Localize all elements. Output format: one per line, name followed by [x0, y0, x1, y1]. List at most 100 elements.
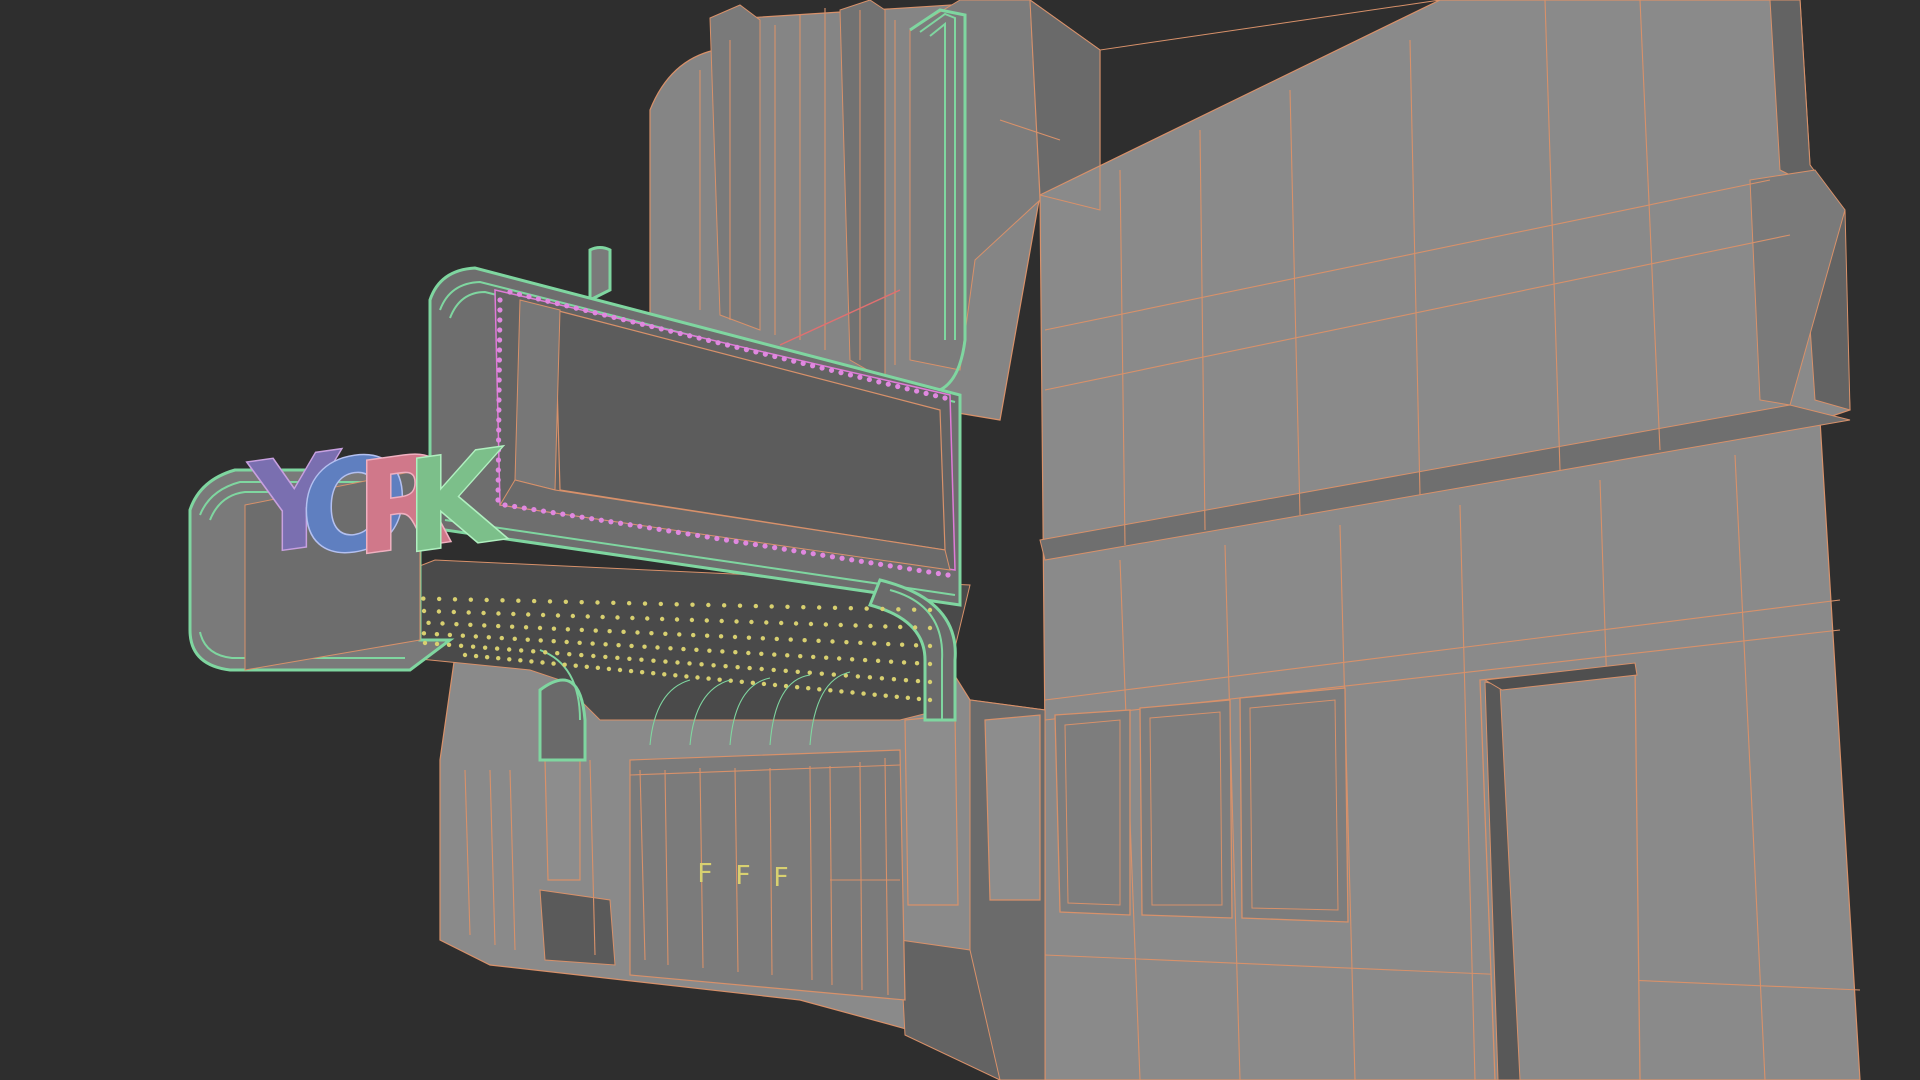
- bulb: [823, 655, 829, 660]
- bulb: [512, 503, 518, 510]
- bulb: [551, 626, 557, 631]
- bulb: [621, 629, 626, 635]
- bulb: [699, 662, 704, 667]
- bulb: [772, 682, 778, 688]
- bulb: [723, 537, 730, 543]
- bulb: [935, 570, 941, 577]
- bulb: [927, 625, 933, 631]
- bulb: [762, 543, 768, 549]
- bulb: [496, 357, 502, 363]
- bulb: [705, 337, 712, 343]
- bulb: [927, 607, 933, 613]
- bulb: [887, 563, 893, 569]
- bulb: [690, 602, 695, 607]
- bulb: [739, 679, 744, 684]
- bulb: [927, 643, 933, 649]
- bulb: [732, 634, 738, 640]
- bulb: [535, 296, 541, 302]
- bulb: [798, 653, 803, 659]
- bulb: [584, 664, 589, 669]
- bulb: [695, 532, 701, 539]
- bulb: [867, 675, 873, 680]
- bulb: [696, 335, 702, 341]
- bulb: [724, 342, 731, 348]
- bulb: [579, 652, 584, 658]
- bulb: [565, 627, 571, 632]
- bulb: [616, 642, 621, 648]
- bulb: [516, 291, 523, 297]
- bulb: [926, 569, 932, 575]
- bulb: [620, 317, 627, 323]
- bulb: [446, 642, 452, 648]
- bulb: [876, 379, 882, 385]
- bulb: [861, 691, 866, 696]
- bulb: [649, 323, 655, 330]
- bulb: [482, 645, 488, 650]
- bulb: [440, 621, 445, 626]
- bulb: [601, 312, 608, 318]
- bulb: [694, 647, 699, 653]
- bulb: [877, 561, 884, 567]
- bulb: [896, 607, 901, 612]
- bulb: [681, 646, 686, 652]
- bulb: [658, 601, 664, 607]
- bulb: [772, 652, 777, 657]
- bulb: [880, 606, 885, 612]
- bulb: [470, 644, 476, 649]
- bulb: [484, 654, 490, 660]
- bulb: [579, 599, 584, 605]
- bulb: [828, 688, 833, 693]
- bulb: [674, 617, 680, 622]
- bulb: [639, 669, 645, 675]
- bulb: [901, 660, 907, 665]
- bulb: [592, 310, 598, 316]
- bulb: [715, 340, 721, 346]
- bulb: [496, 377, 502, 383]
- bulb: [830, 639, 835, 644]
- bulb: [627, 656, 632, 661]
- 3d-viewport[interactable]: F F F Y O R K: [0, 0, 1920, 1080]
- bulb: [772, 353, 778, 360]
- bulb: [864, 606, 869, 611]
- bulb: [537, 625, 543, 631]
- bulb: [538, 638, 543, 643]
- bulb: [482, 623, 487, 628]
- side-door: [1479, 662, 1641, 1080]
- bulb: [573, 663, 578, 668]
- bulb: [497, 337, 503, 343]
- bulb: [626, 601, 632, 606]
- bulb: [481, 610, 486, 616]
- bulb: [883, 693, 888, 698]
- bulb: [849, 557, 855, 563]
- bulb: [691, 632, 696, 638]
- bulb: [494, 646, 500, 651]
- bulb: [663, 659, 668, 664]
- bulb: [687, 661, 692, 666]
- bulb: [714, 535, 720, 542]
- bulb: [862, 657, 868, 663]
- bulb: [832, 605, 838, 611]
- bulb: [677, 330, 683, 337]
- bulb: [496, 387, 502, 393]
- bulb: [872, 641, 877, 646]
- bulb: [872, 692, 877, 697]
- bulb: [733, 650, 738, 655]
- bulb: [550, 510, 556, 516]
- bulb: [905, 695, 911, 701]
- bulb: [689, 617, 695, 623]
- bulb: [629, 643, 634, 649]
- bulb: [529, 659, 534, 664]
- bulb: [551, 639, 556, 644]
- bulb: [734, 344, 740, 350]
- bulb: [816, 605, 822, 610]
- bulb: [564, 639, 569, 645]
- bulb: [891, 677, 897, 682]
- bulb: [466, 610, 471, 615]
- bulb: [762, 351, 768, 357]
- bulb: [704, 618, 709, 623]
- bulb: [898, 624, 903, 630]
- bulb: [642, 601, 648, 606]
- bulb: [497, 317, 503, 323]
- bulb: [523, 625, 529, 630]
- bulb: [719, 618, 724, 624]
